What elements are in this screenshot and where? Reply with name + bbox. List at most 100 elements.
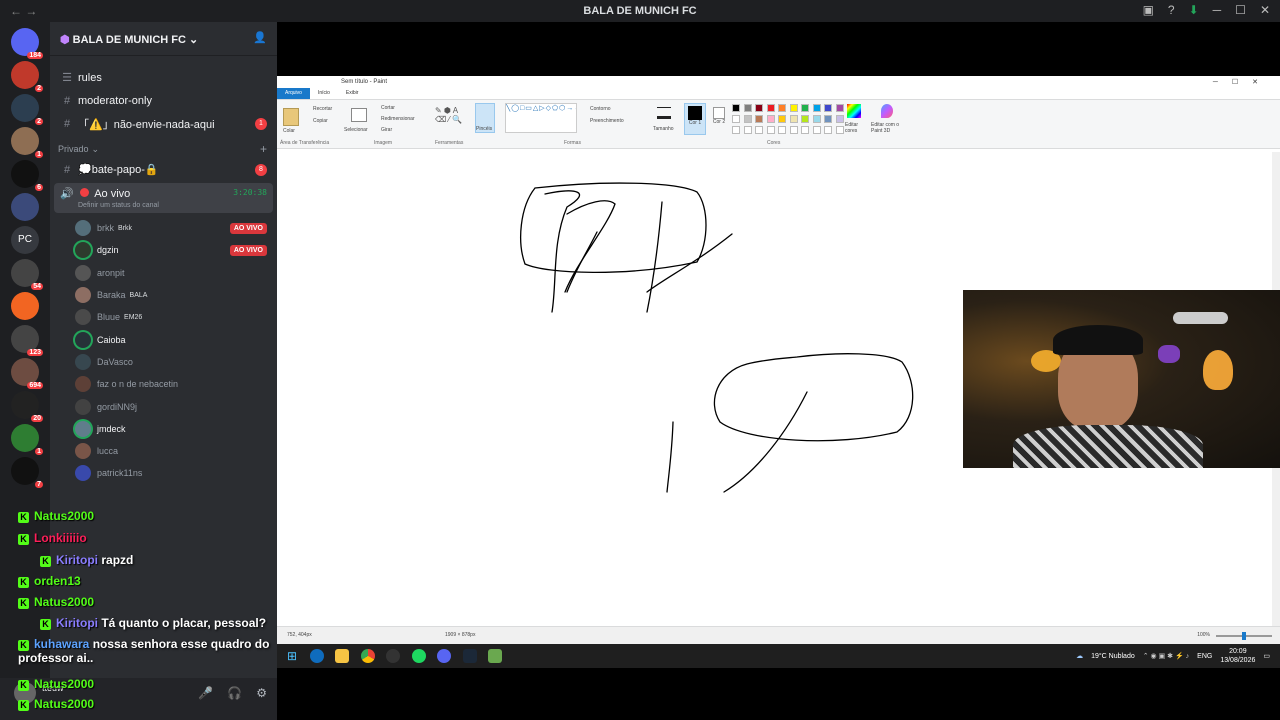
server-icon[interactable] xyxy=(11,292,39,320)
crop-button[interactable]: Cortar xyxy=(381,105,395,111)
empty-swatch[interactable] xyxy=(755,126,763,134)
copy-button[interactable]: Copiar xyxy=(313,118,328,124)
channel-item[interactable]: ☰ rules xyxy=(50,66,277,89)
empty-swatch[interactable] xyxy=(835,126,844,134)
fill-button[interactable]: Preenchimento xyxy=(590,118,624,124)
add-channel-icon[interactable]: + xyxy=(260,142,267,156)
empty-swatch[interactable] xyxy=(824,126,832,134)
empty-swatch[interactable] xyxy=(801,126,809,134)
voice-user[interactable]: patrick11ns xyxy=(50,462,277,484)
chrome-icon[interactable] xyxy=(361,649,375,663)
empty-swatch[interactable] xyxy=(812,126,821,134)
color2-button[interactable]: Cor 2 xyxy=(709,103,729,135)
server-icon[interactable]: 1 xyxy=(11,424,43,455)
server-icon[interactable]: 2 xyxy=(11,61,43,92)
discord-icon[interactable] xyxy=(437,649,451,663)
channel-item[interactable]: # 💭bate-papo-🔒 8 xyxy=(50,158,277,181)
server-icon[interactable]: 7 xyxy=(11,457,43,488)
brushes-button[interactable]: Pincéis xyxy=(476,126,492,132)
color-swatch[interactable] xyxy=(824,115,832,123)
server-icon[interactable] xyxy=(11,193,39,221)
download-icon[interactable]: ⬇ xyxy=(1189,3,1199,17)
color-swatch[interactable] xyxy=(824,104,832,112)
color-swatch[interactable] xyxy=(732,115,740,123)
color-swatch[interactable] xyxy=(755,115,763,123)
voice-user[interactable]: lucca xyxy=(50,440,277,462)
color-swatch[interactable] xyxy=(778,104,786,112)
color-swatch[interactable] xyxy=(835,115,844,123)
voice-user[interactable]: jmdeck xyxy=(50,418,277,440)
color-swatch[interactable] xyxy=(801,115,809,123)
size-button[interactable]: Tamanho xyxy=(653,126,674,132)
invite-icon[interactable]: 👤 xyxy=(253,31,267,44)
outline-button[interactable]: Contorno xyxy=(590,106,611,112)
cut-button[interactable]: Recortar xyxy=(313,106,332,112)
minimize-button[interactable]: ─ xyxy=(1213,3,1222,17)
paint-taskbar-icon[interactable] xyxy=(488,649,502,663)
server-icon[interactable]: 694 xyxy=(11,358,43,389)
steam-icon[interactable] xyxy=(463,649,477,663)
voice-user[interactable]: brkk Brkk AO VIVO xyxy=(50,217,277,239)
color-swatch[interactable] xyxy=(743,115,752,123)
tray-icons[interactable]: ⌃ ◉ ▣ ✱ ⚡ ♪ xyxy=(1143,652,1189,660)
size-icon[interactable] xyxy=(657,107,671,119)
color-swatch[interactable] xyxy=(812,115,821,123)
server-icon[interactable]: PC xyxy=(11,226,39,254)
notification-icon[interactable]: ▭ xyxy=(1263,652,1270,660)
voice-channel-ao-vivo[interactable]: 🔊 Ao vivo 3:20:38 Definir um status do c… xyxy=(54,183,273,213)
edit-colors-button[interactable]: Editar cores xyxy=(845,122,867,134)
color-swatch[interactable] xyxy=(766,104,775,112)
color-swatch[interactable] xyxy=(789,115,798,123)
server-icon[interactable]: 54 xyxy=(11,259,43,290)
tools-icons[interactable]: ✎ ⬢ A ⌫ ⁄ 🔍 xyxy=(435,106,462,124)
empty-swatch[interactable] xyxy=(743,126,752,134)
color-swatch[interactable] xyxy=(755,104,763,112)
clock[interactable]: 20:09 13/08/2026 xyxy=(1220,647,1255,665)
help-icon[interactable]: ? xyxy=(1168,3,1175,17)
spotify-icon[interactable] xyxy=(412,649,426,663)
color-swatch[interactable] xyxy=(835,104,844,112)
inbox-icon[interactable]: ▣ xyxy=(1143,3,1154,17)
server-icon[interactable]: 184 xyxy=(11,28,43,59)
color-swatch[interactable] xyxy=(789,104,798,112)
resize-button[interactable]: Redimensionar xyxy=(381,116,415,122)
paint3d-icon[interactable] xyxy=(881,104,893,118)
empty-swatch[interactable] xyxy=(766,126,775,134)
server-icon[interactable]: 20 xyxy=(11,391,43,422)
edge-icon[interactable] xyxy=(310,649,324,663)
paint3d-button[interactable]: Editar com o Paint 3D xyxy=(871,122,903,134)
channel-item[interactable]: # 「⚠️」não-envie-nada-aqui 1 xyxy=(50,112,277,135)
zoom-slider[interactable] xyxy=(1216,632,1272,640)
voice-user[interactable]: Bluue EM26 xyxy=(50,306,277,328)
channel-item[interactable]: # moderator-only xyxy=(50,89,277,112)
voice-user[interactable]: gordiNN9j xyxy=(50,395,277,417)
voice-user[interactable]: Baraka BALA xyxy=(50,284,277,306)
color-swatch[interactable] xyxy=(766,115,775,123)
server-icon[interactable]: 123 xyxy=(11,325,43,356)
empty-swatch[interactable] xyxy=(732,126,740,134)
select-icon[interactable] xyxy=(351,108,367,122)
close-button[interactable]: ✕ xyxy=(1260,3,1270,17)
empty-swatch[interactable] xyxy=(789,126,798,134)
paste-icon[interactable] xyxy=(283,108,299,126)
paint-tab[interactable]: Exibir xyxy=(338,88,367,99)
empty-swatch[interactable] xyxy=(778,126,786,134)
explorer-icon[interactable] xyxy=(335,649,349,663)
edit-colors-icon[interactable] xyxy=(847,104,861,118)
category-header[interactable]: Privado ⌄ + xyxy=(50,140,277,158)
server-icon[interactable]: 2 xyxy=(11,94,43,125)
weather-text[interactable]: 19°C Nublado xyxy=(1091,653,1135,660)
paint-window-controls[interactable]: ─☐✕ xyxy=(1213,78,1272,86)
select-button[interactable]: Selecionar xyxy=(344,127,368,133)
paint-tab[interactable]: Arquivo xyxy=(277,88,310,99)
color-swatch[interactable] xyxy=(743,104,752,112)
voice-user[interactable]: Caioba xyxy=(50,328,277,350)
color-swatch[interactable] xyxy=(801,104,809,112)
language-indicator[interactable]: ENG xyxy=(1197,653,1212,660)
color-swatch[interactable] xyxy=(732,104,740,112)
paste-button[interactable]: Colar xyxy=(283,128,295,134)
voice-user[interactable]: faz o n de nebacetin xyxy=(50,373,277,395)
maximize-button[interactable]: ☐ xyxy=(1235,3,1246,17)
shapes-gallery[interactable]: ╲◯□▭△▷◇⬠⬡→←↑↓✦☆✧♥⚡ xyxy=(505,103,577,133)
server-icon[interactable]: 1 xyxy=(11,127,43,158)
